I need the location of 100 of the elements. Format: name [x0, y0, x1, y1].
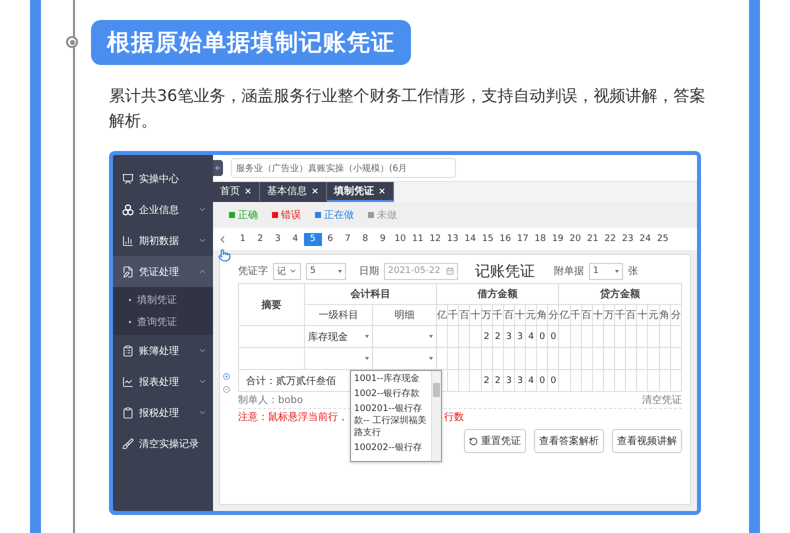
page-number[interactable]: 8 — [356, 232, 374, 246]
voucher-word-select[interactable]: 记 — [273, 262, 301, 280]
digit-header: 十 — [470, 304, 481, 326]
digit-header: 分 — [670, 304, 682, 326]
digit-header: 百 — [581, 304, 592, 326]
page-number[interactable]: 11 — [409, 232, 426, 246]
tab[interactable]: 首页 — [213, 182, 260, 202]
tab[interactable]: 基本信息 — [260, 182, 327, 202]
dropdown-option[interactable]: 100202--银行存 — [354, 442, 428, 454]
amount-digit-cell: 2 — [492, 326, 504, 348]
collapse-toggle[interactable] — [213, 160, 223, 176]
digit-header: 千 — [492, 304, 504, 326]
page-number[interactable]: 3 — [269, 232, 286, 246]
summary-cell[interactable] — [238, 348, 304, 370]
digit-header: 十 — [514, 304, 526, 326]
page-number[interactable]: 5 — [304, 232, 322, 246]
dropdown-option[interactable]: 100201--银行存款-- 工行深圳福美路支行 — [354, 403, 428, 439]
sidebar-item[interactable]: 期初数据 — [113, 225, 213, 256]
column-header: 明细 — [372, 304, 436, 326]
sidebar-item[interactable]: 清空实操记录 — [113, 428, 213, 459]
account-select[interactable]: 库存现金 — [304, 326, 372, 348]
dropdown-option[interactable]: 1001--库存现金 — [354, 373, 428, 385]
page-number[interactable]: 19 — [549, 232, 566, 246]
column-header: 摘要 — [238, 284, 304, 326]
close-icon[interactable] — [311, 187, 319, 195]
total-text: 合计：贰万贰仟叁佰 — [245, 376, 336, 386]
digit-header: 元 — [526, 304, 537, 326]
column-header: 一级科目 — [304, 304, 372, 326]
sidebar-subitem[interactable]: 填制凭证 — [113, 289, 213, 311]
sidebar-item[interactable]: 报税处理 — [113, 397, 213, 428]
description-text: 累计共36笔业务，涵盖服务行业整个财务工作情形，支持自动判误，视频讲解，答案解析。 — [109, 85, 706, 132]
legend-label: 错误 — [281, 209, 301, 222]
amount-digit-cell: 4 — [526, 326, 537, 348]
digit-header: 分 — [548, 304, 559, 326]
page-number[interactable]: 18 — [532, 232, 549, 246]
page-number[interactable]: 6 — [322, 232, 339, 246]
page-number[interactable]: 14 — [462, 232, 479, 246]
page-number[interactable]: 17 — [514, 232, 532, 246]
unit-label: 张 — [628, 264, 638, 278]
page-number[interactable]: 24 — [636, 232, 654, 246]
page-number[interactable]: 13 — [444, 232, 462, 246]
digit-header: 百 — [626, 304, 637, 326]
chevron-down-icon — [289, 267, 297, 275]
arrow-left-icon — [214, 164, 222, 172]
field-label: 附单据 — [554, 264, 584, 278]
add-row-icon[interactable] — [223, 373, 230, 380]
close-icon[interactable] — [378, 187, 386, 195]
dropdown-option[interactable]: 1002--银行存款 — [354, 388, 428, 400]
page-number[interactable]: 1 — [234, 232, 252, 246]
attachments-spinner[interactable]: 1 — [589, 262, 623, 280]
page-number[interactable]: 2 — [252, 232, 269, 246]
line-chart-icon — [122, 376, 134, 388]
page-number[interactable]: 22 — [602, 232, 619, 246]
clear-voucher-link[interactable]: 清空凭证 — [642, 393, 682, 407]
reset-icon — [469, 436, 478, 446]
column-header: 会计科目 — [304, 284, 436, 304]
page-number[interactable]: 20 — [566, 232, 584, 246]
sidebar-item[interactable]: 实操中心 — [113, 163, 213, 194]
digit-header: 角 — [536, 304, 548, 326]
voucher-number-spinner[interactable]: 5 — [306, 262, 346, 280]
page-number[interactable]: 25 — [654, 232, 672, 246]
page-number[interactable]: 16 — [496, 232, 514, 246]
brush-icon — [122, 438, 134, 450]
legend-label: 正确 — [238, 209, 258, 222]
action-button[interactable]: 查看答案解析 — [534, 429, 604, 453]
amount-digit-cell: 0 — [548, 326, 559, 348]
amount-digit-cell: 3 — [514, 326, 526, 348]
sidebar-item[interactable]: 账簿处理 — [113, 335, 213, 366]
sidebar-subitem[interactable]: 查询凭证 — [113, 311, 213, 333]
sidebar-item[interactable]: 报表处理 — [113, 366, 213, 397]
voucher-title: 记账凭证 — [475, 262, 535, 280]
presentation-board-icon — [122, 172, 134, 184]
legend-label: 未做 — [377, 208, 397, 222]
course-field[interactable]: 服务业（广告业）真账实操（小规模）(6月 — [231, 158, 456, 178]
note-text: 行数 — [444, 411, 465, 424]
sidebar-item[interactable]: 企业信息 — [113, 194, 213, 225]
sidebar-item[interactable]: 凭证处理 — [113, 256, 213, 287]
maker-text: 制单人：bobo — [238, 394, 303, 407]
page-number[interactable]: 9 — [374, 232, 392, 246]
field-label: 凭证字 — [238, 264, 268, 278]
page-number[interactable]: 21 — [584, 232, 602, 246]
page-number[interactable]: 12 — [426, 232, 444, 246]
page-number[interactable]: 4 — [286, 232, 304, 246]
digit-header: 百 — [503, 304, 514, 326]
page-number[interactable]: 7 — [339, 232, 356, 246]
page-number[interactable]: 15 — [479, 232, 496, 246]
scrollbar[interactable] — [431, 371, 441, 461]
summary-cell[interactable] — [238, 326, 304, 348]
page-number[interactable]: 10 — [392, 232, 409, 246]
digit-header: 元 — [648, 304, 659, 326]
action-button[interactable]: 重置凭证 — [464, 429, 526, 453]
digit-header: 千 — [448, 304, 459, 326]
page-number[interactable]: 23 — [619, 232, 636, 246]
tab[interactable]: 填制凭证 — [327, 182, 394, 202]
close-icon[interactable] — [244, 187, 252, 195]
amount-digit-cell: 2 — [481, 326, 492, 348]
action-button[interactable]: 查看视频讲解 — [612, 429, 682, 453]
document-pen-icon — [122, 266, 134, 278]
remove-row-icon[interactable] — [223, 386, 230, 393]
section-title: 根据原始单据填制记账凭证 — [91, 20, 411, 65]
